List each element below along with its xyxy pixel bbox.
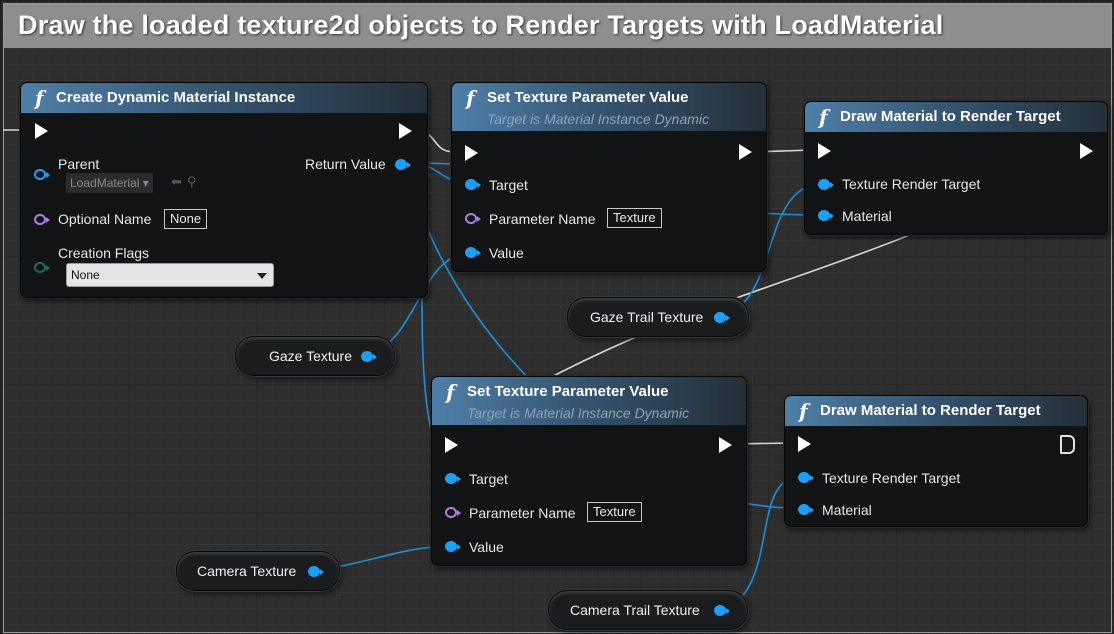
exec-in-pin[interactable] bbox=[798, 436, 811, 452]
variable-gaze-texture[interactable]: Gaze Texture bbox=[235, 336, 395, 376]
browse-search-icon[interactable]: ⚲ bbox=[187, 174, 197, 190]
node-set-texture-parameter-value-1[interactable]: f Set Texture Parameter Value Target is … bbox=[451, 82, 767, 272]
function-icon: f bbox=[819, 105, 828, 129]
parameter-name-field[interactable]: Texture bbox=[587, 502, 642, 522]
target-label: Target bbox=[469, 471, 508, 487]
target-label: Target bbox=[489, 177, 528, 193]
node-header[interactable]: f Create Dynamic Material Instance bbox=[21, 83, 427, 113]
parent-pin[interactable] bbox=[34, 169, 50, 180]
output-pin[interactable] bbox=[308, 566, 324, 577]
texture-render-target-label: Texture Render Target bbox=[842, 176, 981, 192]
function-icon: f bbox=[35, 86, 44, 110]
exec-in-pin[interactable] bbox=[465, 145, 478, 161]
return-value-pin[interactable] bbox=[395, 159, 411, 170]
use-selected-arrow-icon[interactable]: ⬅ bbox=[171, 174, 182, 190]
exec-out-pin[interactable] bbox=[399, 123, 412, 139]
chevron-down-icon bbox=[257, 273, 267, 279]
exec-out-pin[interactable] bbox=[719, 437, 732, 453]
variable-label: Gaze Texture bbox=[269, 348, 353, 364]
exec-in-pin[interactable] bbox=[445, 437, 458, 453]
variable-label: Camera Texture bbox=[197, 563, 297, 579]
function-icon: f bbox=[799, 399, 808, 423]
creation-flags-label: Creation Flags bbox=[58, 245, 150, 261]
optional-name-pin[interactable] bbox=[34, 214, 50, 225]
value-pin[interactable] bbox=[465, 247, 481, 258]
exec-out-pin[interactable] bbox=[1080, 143, 1093, 159]
texture-render-target-pin[interactable] bbox=[798, 472, 814, 483]
value-label: Value bbox=[489, 245, 524, 261]
parent-asset-picker[interactable]: LoadMaterial ▾ bbox=[66, 173, 153, 193]
node-header[interactable]: f Draw Material to Render Target bbox=[785, 396, 1087, 426]
exec-out-pin-unconnected[interactable] bbox=[1060, 435, 1075, 454]
node-title: Create Dynamic Material Instance bbox=[56, 89, 296, 106]
parameter-name-pin[interactable] bbox=[465, 213, 481, 224]
variable-camera-trail-texture[interactable]: Camera Trail Texture bbox=[548, 590, 748, 630]
variable-camera-texture[interactable]: Camera Texture bbox=[176, 551, 340, 591]
variable-label: Camera Trail Texture bbox=[570, 602, 700, 618]
node-draw-material-to-render-target-1[interactable]: f Draw Material to Render Target Texture… bbox=[804, 101, 1108, 235]
output-pin[interactable] bbox=[361, 351, 377, 362]
value-label: Value bbox=[469, 539, 504, 555]
output-pin[interactable] bbox=[714, 605, 730, 616]
variable-label: Gaze Trail Texture bbox=[590, 309, 704, 325]
texture-render-target-label: Texture Render Target bbox=[822, 470, 961, 486]
node-title: Draw Material to Render Target bbox=[840, 108, 1061, 125]
material-pin[interactable] bbox=[818, 210, 834, 221]
optional-name-field[interactable]: None bbox=[164, 209, 208, 229]
exec-out-pin[interactable] bbox=[739, 144, 752, 160]
parameter-name-field[interactable]: Texture bbox=[607, 208, 662, 228]
node-title: Set Texture Parameter Value bbox=[487, 89, 689, 106]
exec-in-pin[interactable] bbox=[35, 123, 48, 139]
node-set-texture-parameter-value-2[interactable]: f Set Texture Parameter Value Target is … bbox=[431, 376, 747, 566]
exec-in-pin[interactable] bbox=[818, 143, 831, 159]
function-icon: f bbox=[466, 86, 475, 110]
parent-asset-value: LoadMaterial bbox=[70, 176, 140, 190]
function-icon: f bbox=[446, 380, 455, 404]
node-create-dynamic-material-instance[interactable]: f Create Dynamic Material Instance Paren… bbox=[20, 82, 428, 298]
parameter-name-label: Parameter Name bbox=[489, 211, 596, 227]
node-title: Draw Material to Render Target bbox=[820, 402, 1041, 419]
optional-name-label: Optional Name bbox=[58, 211, 152, 227]
node-header[interactable]: f Draw Material to Render Target bbox=[805, 102, 1107, 132]
creation-flags-dropdown[interactable]: None bbox=[66, 263, 274, 287]
node-subtitle: Target is Material Instance Dynamic bbox=[487, 111, 710, 127]
node-header[interactable]: f Set Texture Parameter Value Target is … bbox=[452, 83, 766, 131]
material-label: Material bbox=[822, 502, 872, 518]
target-pin[interactable] bbox=[465, 179, 481, 190]
creation-flags-pin[interactable] bbox=[34, 262, 50, 273]
value-pin[interactable] bbox=[445, 541, 461, 552]
parameter-name-label: Parameter Name bbox=[469, 505, 576, 521]
texture-render-target-pin[interactable] bbox=[818, 179, 834, 190]
creation-flags-value: None bbox=[71, 268, 100, 282]
node-header[interactable]: f Set Texture Parameter Value Target is … bbox=[432, 377, 746, 425]
output-pin[interactable] bbox=[714, 312, 730, 323]
parameter-name-pin[interactable] bbox=[445, 507, 461, 518]
return-value-label: Return Value bbox=[305, 156, 386, 172]
blueprint-graph[interactable]: Draw the loaded texture2d objects to Ren… bbox=[0, 0, 1114, 634]
target-pin[interactable] bbox=[445, 473, 461, 484]
parent-label: Parent bbox=[58, 156, 100, 172]
node-subtitle: Target is Material Instance Dynamic bbox=[467, 405, 690, 421]
node-title: Set Texture Parameter Value bbox=[467, 383, 669, 400]
node-draw-material-to-render-target-2[interactable]: f Draw Material to Render Target Texture… bbox=[784, 395, 1088, 527]
material-label: Material bbox=[842, 208, 892, 224]
material-pin[interactable] bbox=[798, 504, 814, 515]
variable-gaze-trail-texture[interactable]: Gaze Trail Texture bbox=[567, 297, 749, 337]
